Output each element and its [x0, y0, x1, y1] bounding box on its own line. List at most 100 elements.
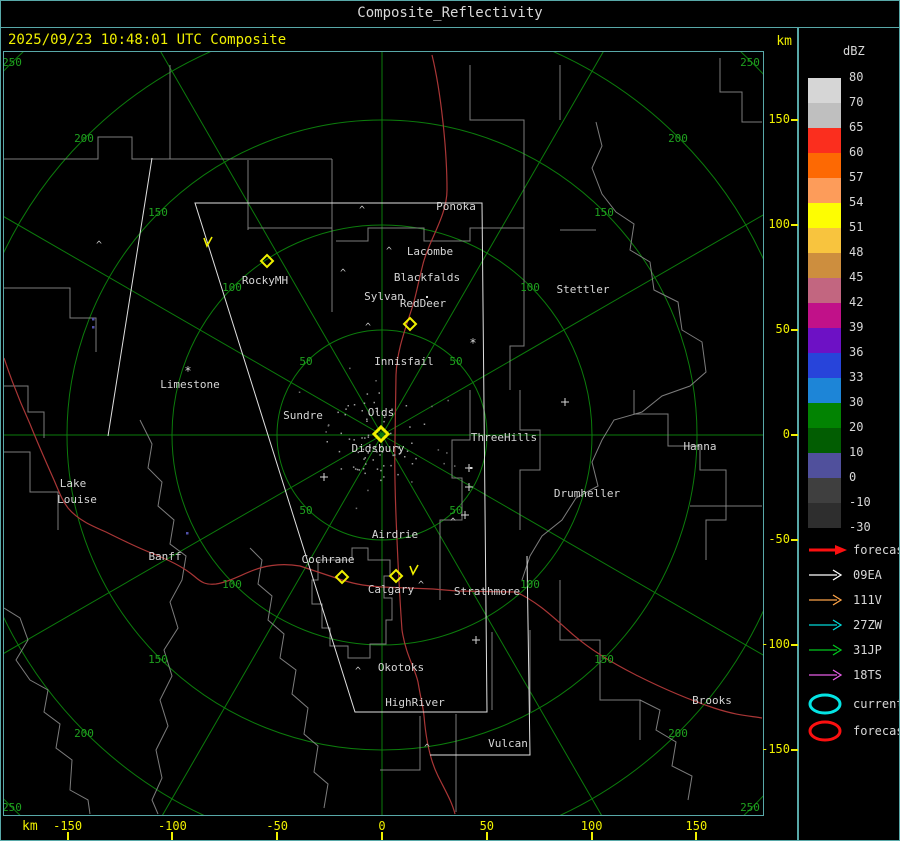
city-label: Brooks: [692, 694, 732, 707]
y-axis-tick-label: 50: [775, 322, 790, 336]
colorbar-tick-label: 42: [849, 295, 864, 309]
radar-map[interactable]: ^ ^ ^ ^ ^ ^ ^ ^ ^ * * 50 50 50 50 100 100 100 100 150 150 150…: [4, 52, 763, 815]
station-dot-marker: [470, 467, 472, 469]
county-boundary: [4, 136, 332, 160]
radar-site-diamond[interactable]: [388, 568, 404, 584]
city-label: Stettler: [557, 283, 610, 296]
y-axis-tick-label: -50: [768, 532, 790, 546]
colorbar-tick-label: 70: [849, 95, 864, 109]
colorbar-tick-label: -30: [849, 520, 871, 534]
ring-distance-label: 200: [668, 132, 688, 145]
city-label: Lacombe: [407, 245, 453, 258]
city-label: Vulcan: [488, 737, 528, 750]
county-boundary: [249, 547, 329, 809]
clutter-speckle: [362, 468, 365, 470]
y-axis-tick-mark: [791, 119, 798, 121]
clutter-speckle: [367, 434, 370, 436]
colorbar-tick-label: 0: [849, 470, 857, 484]
azimuth-radial: [381, 52, 604, 436]
colorbar-tick-label: 20: [849, 420, 864, 434]
track-arrow-icon: [809, 619, 843, 631]
peak-caret-marker: ^: [424, 743, 430, 754]
storm-ellipse-icon: [808, 720, 842, 742]
colorbar-tick-label: 80: [849, 70, 864, 84]
ring-distance-label: 100: [520, 578, 540, 591]
colorbar-tick-label: 48: [849, 245, 864, 259]
track-arrow-icon: [809, 644, 843, 656]
colorbar-tick-label: 39: [849, 320, 864, 334]
colorbar-tick-label: 65: [849, 120, 864, 134]
clutter-speckle: [376, 468, 379, 470]
clutter-speckle: [383, 420, 385, 423]
y-axis-tick-mark: [791, 539, 798, 541]
legend-item-label: 31JP: [853, 643, 882, 657]
clutter-speckle: [411, 481, 413, 483]
peak-caret-marker: ^: [365, 322, 371, 333]
peak-caret-marker: ^: [96, 240, 102, 251]
ring-distance-label: 50: [449, 355, 462, 368]
clutter-speckle: [355, 507, 358, 510]
y-axis-tick-mark: [791, 224, 798, 226]
timestamp-label: 2025/09/23 10:48:01 UTC Composite: [8, 32, 287, 48]
ring-distance-label: 150: [594, 206, 614, 219]
colorbar-tick-label: 57: [849, 170, 864, 184]
y-axis-tick-mark: [791, 749, 798, 751]
radar-map-frame[interactable]: ^ ^ ^ ^ ^ ^ ^ ^ ^ * * 50 50 50 50 100 100 100 100 150 150 150…: [3, 51, 764, 816]
colorbar-tick-label: 10: [849, 445, 864, 459]
x-axis-unit-label: km: [22, 819, 38, 834]
clutter-speckle: [345, 408, 347, 410]
clutter-speckle: [375, 380, 377, 382]
colorbar-swatch: [808, 103, 841, 128]
storm-ellipse-icon: [808, 693, 842, 715]
window-title: Composite_Reflectivity: [0, 0, 900, 28]
y-axis-tick-label: -100: [761, 637, 790, 651]
legend-item: forecast: [806, 719, 900, 743]
x-axis-tick-mark: [485, 832, 488, 840]
x-axis-tick-label: -50: [266, 819, 289, 833]
clutter-speckle: [361, 437, 363, 439]
clutter-speckle: [358, 469, 361, 471]
county-boundary: [4, 385, 45, 438]
peak-caret-marker: ^: [340, 268, 346, 279]
clutter-speckle: [327, 425, 330, 427]
ring-distance-label: 200: [74, 132, 94, 145]
ring-distance-label: 250: [4, 56, 22, 69]
county-boundary: [633, 390, 727, 560]
city-label: Blackfalds: [394, 271, 460, 284]
ring-distance-label: 200: [74, 727, 94, 740]
x-axis-tick-mark: [66, 832, 69, 840]
ring-distance-label: 50: [299, 355, 312, 368]
station-plus-marker: [472, 636, 480, 644]
legend-item-label: 27ZW: [853, 618, 882, 632]
ring-distance-label: 150: [594, 653, 614, 666]
echo-pixel: [92, 318, 95, 321]
clutter-speckle: [415, 457, 417, 460]
legend-item-label: forecast: [853, 543, 900, 557]
legend-item-label: 09EA: [853, 568, 882, 582]
colorbar-swatch: [808, 403, 841, 428]
city-label: Ponoka: [436, 200, 476, 213]
clutter-speckle: [390, 464, 392, 467]
x-axis-tick-label: -150: [53, 819, 83, 833]
clutter-speckle: [348, 438, 351, 440]
colorbar-tick-label: 30: [849, 395, 864, 409]
legend-item: 111V: [806, 592, 882, 608]
legend-item: current: [806, 692, 900, 716]
clutter-speckle: [404, 456, 406, 458]
x-axis-tick-mark: [381, 832, 383, 840]
legend-item-label: current: [853, 697, 900, 711]
clutter-speckle: [372, 459, 374, 461]
ring-distance-label: 50: [449, 504, 462, 517]
clutter-speckle: [364, 472, 366, 475]
colorbar-tick-label: -10: [849, 495, 871, 509]
clutter-speckle: [340, 432, 342, 435]
colorbar-swatch: [808, 228, 841, 253]
track-arrow-icon: [809, 669, 843, 681]
clutter-speckle: [347, 405, 349, 407]
colorbar-swatch: [808, 378, 841, 403]
legend-item: 31JP: [806, 642, 882, 658]
clutter-speckle: [366, 420, 368, 422]
colorbar-swatch: [808, 453, 841, 478]
city-label: RockyMH: [242, 274, 288, 287]
clutter-speckle: [443, 462, 445, 465]
